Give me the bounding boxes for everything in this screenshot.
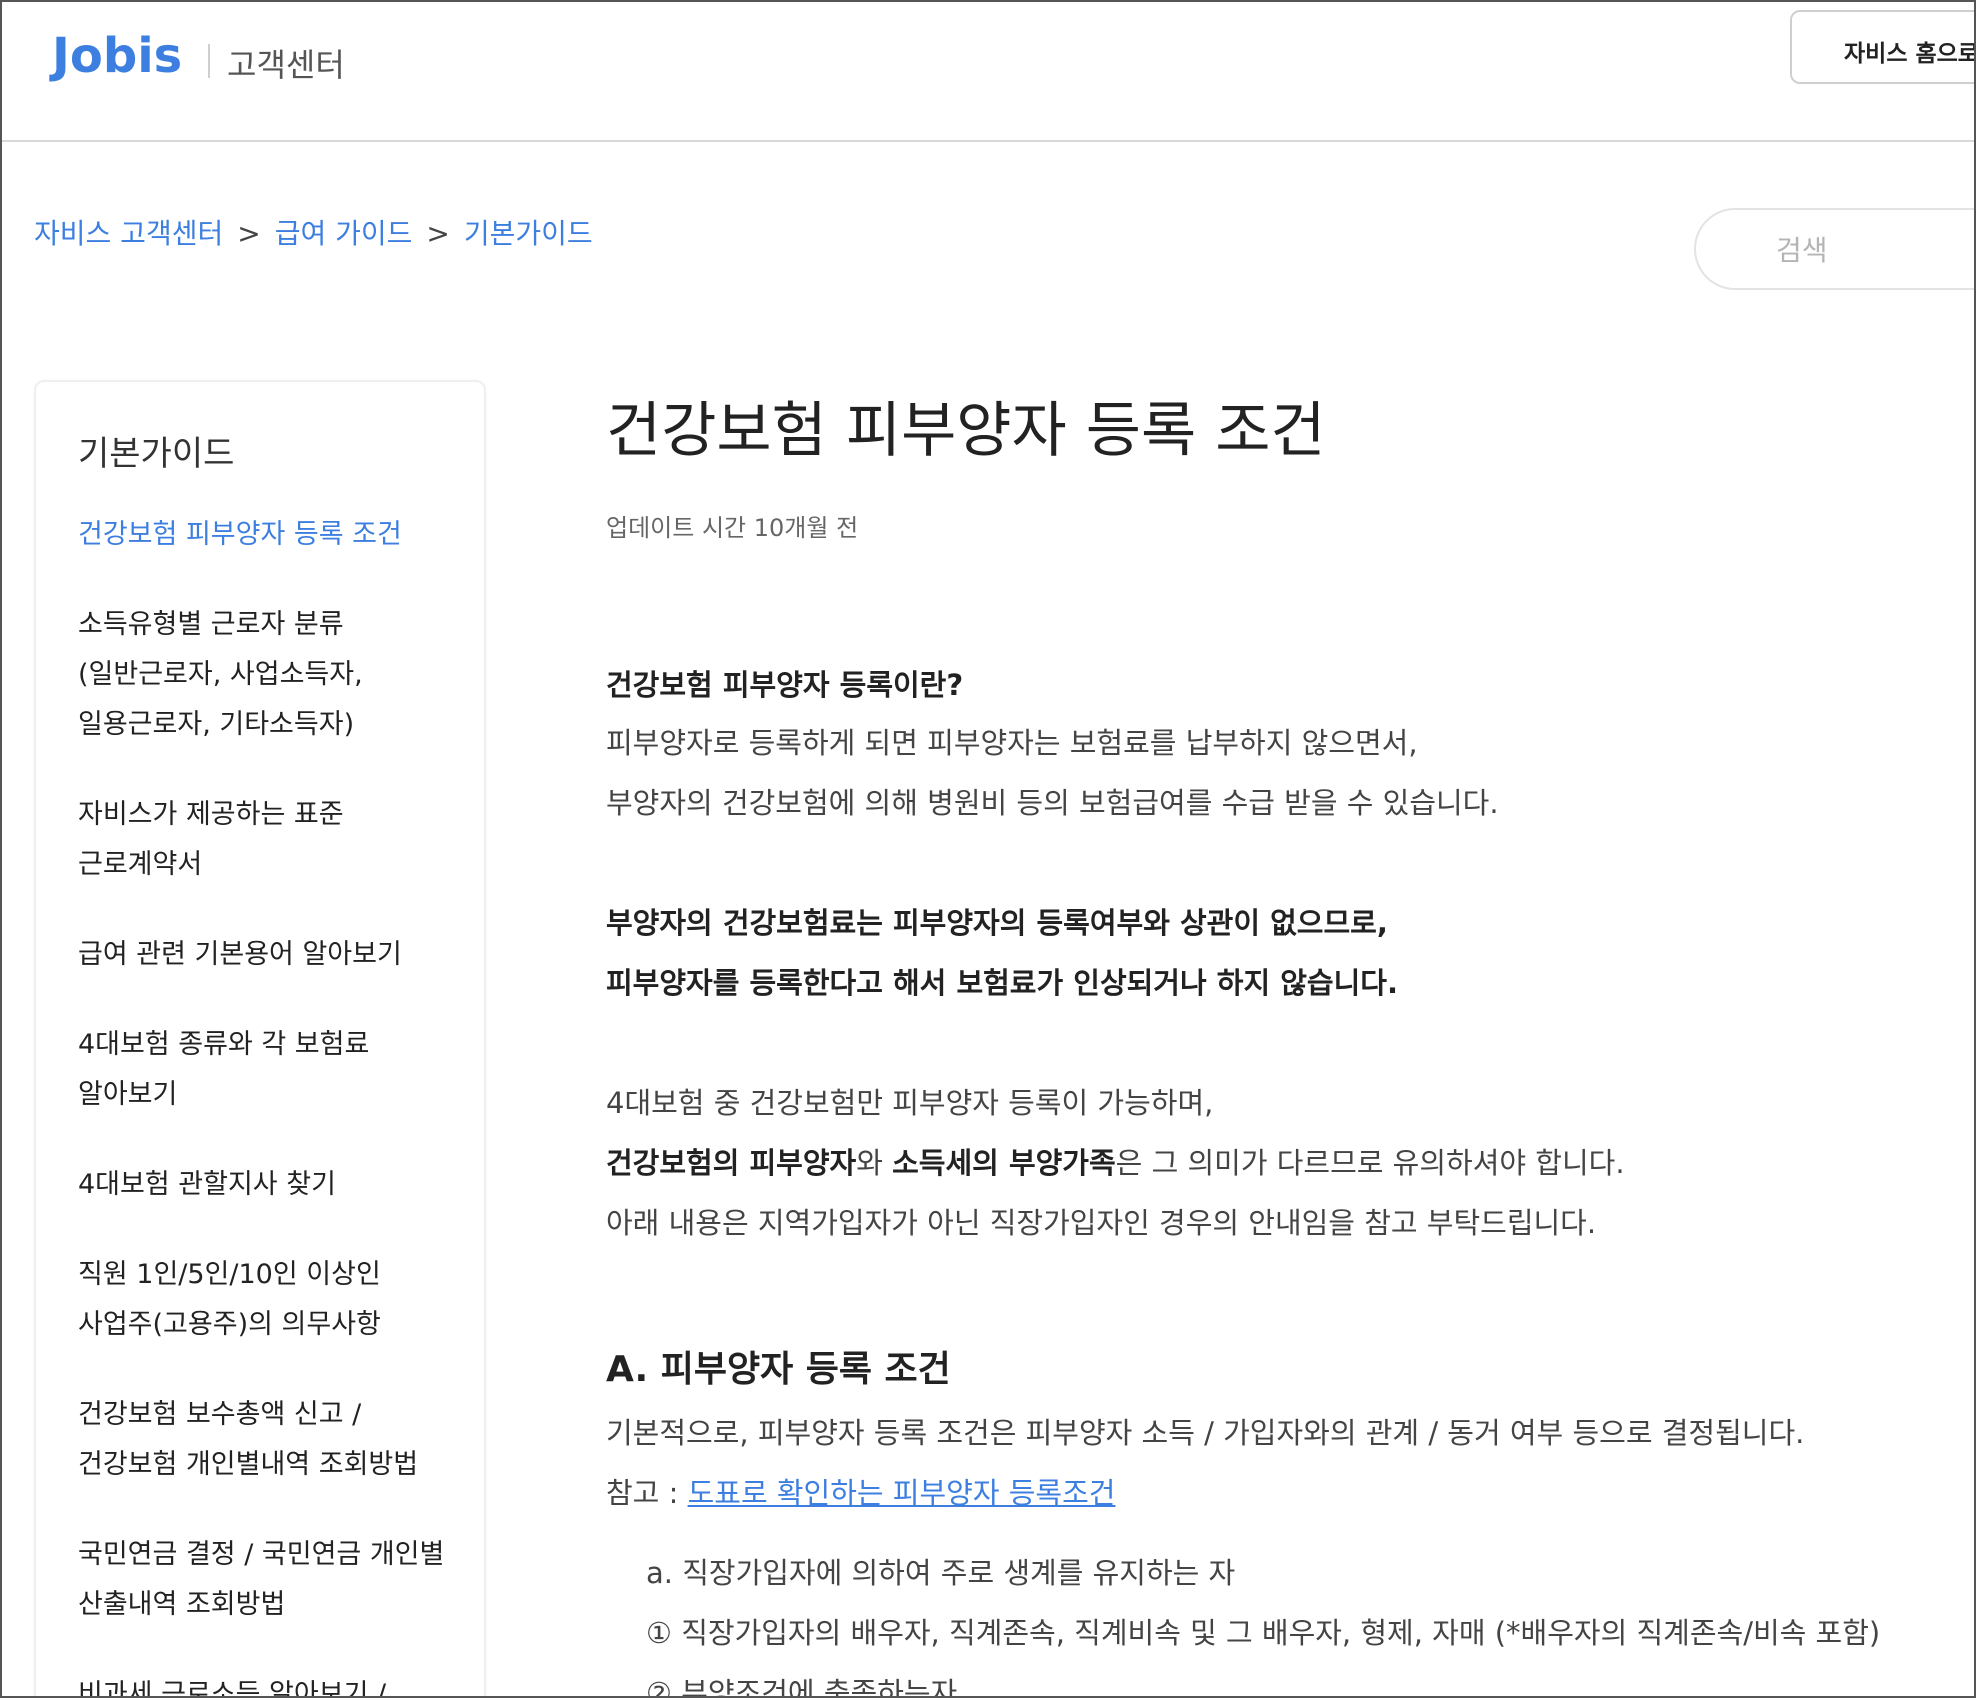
breadcrumb-item-home[interactable]: 자비스 고객센터 <box>34 217 223 250</box>
search-input[interactable] <box>1776 228 1974 272</box>
site-header: Jobis 고객센터 자비스 홈으로 <box>2 2 1974 142</box>
jobis-logo[interactable]: Jobis <box>52 28 182 84</box>
sidebar-item-health-dependent[interactable]: 건강보험 피부양자 등록 조건 <box>78 510 458 560</box>
paragraph-mixed: 건강보험의 피부양자와 소득세의 부양가족은 그 의미가 다르므로 유의하셔야 … <box>606 1140 1625 1182</box>
bold-paragraph: 피부양자를 등록한다고 해서 보험료가 인상되거나 하지 않습니다. <box>606 966 1398 1000</box>
page-frame: Jobis 고객센터 자비스 홈으로 자비스 고객센터 > 급여 가이드 > 기본가이드… <box>0 0 1976 1698</box>
text-fragment: 은 그 의미가 다르므로 유의하셔야 합니다. <box>1115 1146 1625 1180</box>
article-title: 건강보험 피부양자 등록 조건 <box>606 396 1326 466</box>
section-heading: A. 피부양자 등록 조건 <box>606 1349 951 1390</box>
paragraph: 4대보험 중 건강보험만 피부양자 등록이 가능하며, <box>606 1086 1214 1120</box>
paragraph: 아래 내용은 지역가입자가 아닌 직장가입자인 경우의 안내임을 참고 부탁드립… <box>606 1206 1597 1240</box>
sidebar-item-employer-duties[interactable]: 직원 1인/5인/10인 이상인 사업주(고용주)의 의무사항 <box>78 1250 458 1350</box>
breadcrumb-item-basic-guide[interactable]: 기본가이드 <box>464 217 593 250</box>
bold-paragraph: 부양자의 건강보험료는 피부양자의 등록여부와 상관이 없으므로, <box>606 906 1388 940</box>
sidebar: 기본가이드 건강보험 피부양자 등록 조건 소득유형별 근로자 분류 (일반근로… <box>34 380 486 1696</box>
logo-divider <box>208 44 210 78</box>
home-button-label: 자비스 홈으로 <box>1844 41 1976 67</box>
sidebar-title: 기본가이드 <box>78 434 235 474</box>
breadcrumb: 자비스 고객센터 > 급여 가이드 > 기본가이드 <box>34 212 593 252</box>
question-heading: 건강보험 피부양자 등록이란? <box>606 668 964 702</box>
logo-subtitle[interactable]: 고객센터 <box>227 40 345 86</box>
sidebar-item-income-types[interactable]: 소득유형별 근로자 분류 (일반근로자, 사업소득자, 일용근로자, 기타소득자… <box>78 600 458 750</box>
reference-line: 참고 : 도표로 확인하는 피부양자 등록조건 <box>606 1470 1115 1512</box>
paragraph: 부양자의 건강보험에 의해 병원비 등의 보험급여를 수급 받을 수 있습니다. <box>606 786 1499 820</box>
list-item: ② 부양조건에 충족하는자 <box>646 1676 958 1698</box>
list-item: a. 직장가입자에 의하여 주로 생계를 유지하는 자 <box>646 1556 1236 1590</box>
text-fragment: 와 <box>856 1146 893 1180</box>
paragraph: 기본적으로, 피부양자 등록 조건은 피부양자 소득 / 가입자와의 관계 / … <box>606 1416 1805 1450</box>
breadcrumb-item-salary-guide[interactable]: 급여 가이드 <box>275 217 413 250</box>
list-item: ① 직장가입자의 배우자, 직계존속, 직계비속 및 그 배우자, 형제, 자매… <box>646 1616 1881 1650</box>
reference-link[interactable]: 도표로 확인하는 피부양자 등록조건 <box>688 1476 1116 1510</box>
sidebar-item-insurance-office[interactable]: 4대보험 관할지사 찾기 <box>78 1160 458 1210</box>
sidebar-item-standard-contract[interactable]: 자비스가 제공하는 표준 근로계약서 <box>78 790 458 890</box>
sidebar-item-insurance-types[interactable]: 4대보험 종류와 각 보험료 알아보기 <box>78 1020 458 1120</box>
sidebar-list: 건강보험 피부양자 등록 조건 소득유형별 근로자 분류 (일반근로자, 사업소… <box>78 510 458 1696</box>
home-button[interactable]: 자비스 홈으로 <box>1790 10 1976 84</box>
bold-term: 건강보험의 피부양자 <box>606 1146 857 1180</box>
sidebar-item-health-report[interactable]: 건강보험 보수총액 신고 / 건강보험 개인별내역 조회방법 <box>78 1390 458 1490</box>
search-box <box>1694 208 1974 290</box>
bold-term: 소득세의 부양가족 <box>892 1146 1116 1180</box>
breadcrumb-separator: > <box>237 217 261 250</box>
sidebar-item-pension[interactable]: 국민연금 결정 / 국민연금 개인별 산출내역 조회방법 <box>78 1530 458 1630</box>
sidebar-item-salary-terms[interactable]: 급여 관련 기본용어 알아보기 <box>78 930 458 980</box>
reference-label: 참고 : <box>606 1476 688 1510</box>
updated-time: 업데이트 시간 10개월 전 <box>606 514 859 542</box>
breadcrumb-separator: > <box>426 217 450 250</box>
paragraph: 피부양자로 등록하게 되면 피부양자는 보험료를 납부하지 않으면서, <box>606 726 1418 760</box>
sidebar-item-nontaxable-income[interactable]: 비과세 근로소득 알아보기 / <box>78 1670 458 1696</box>
